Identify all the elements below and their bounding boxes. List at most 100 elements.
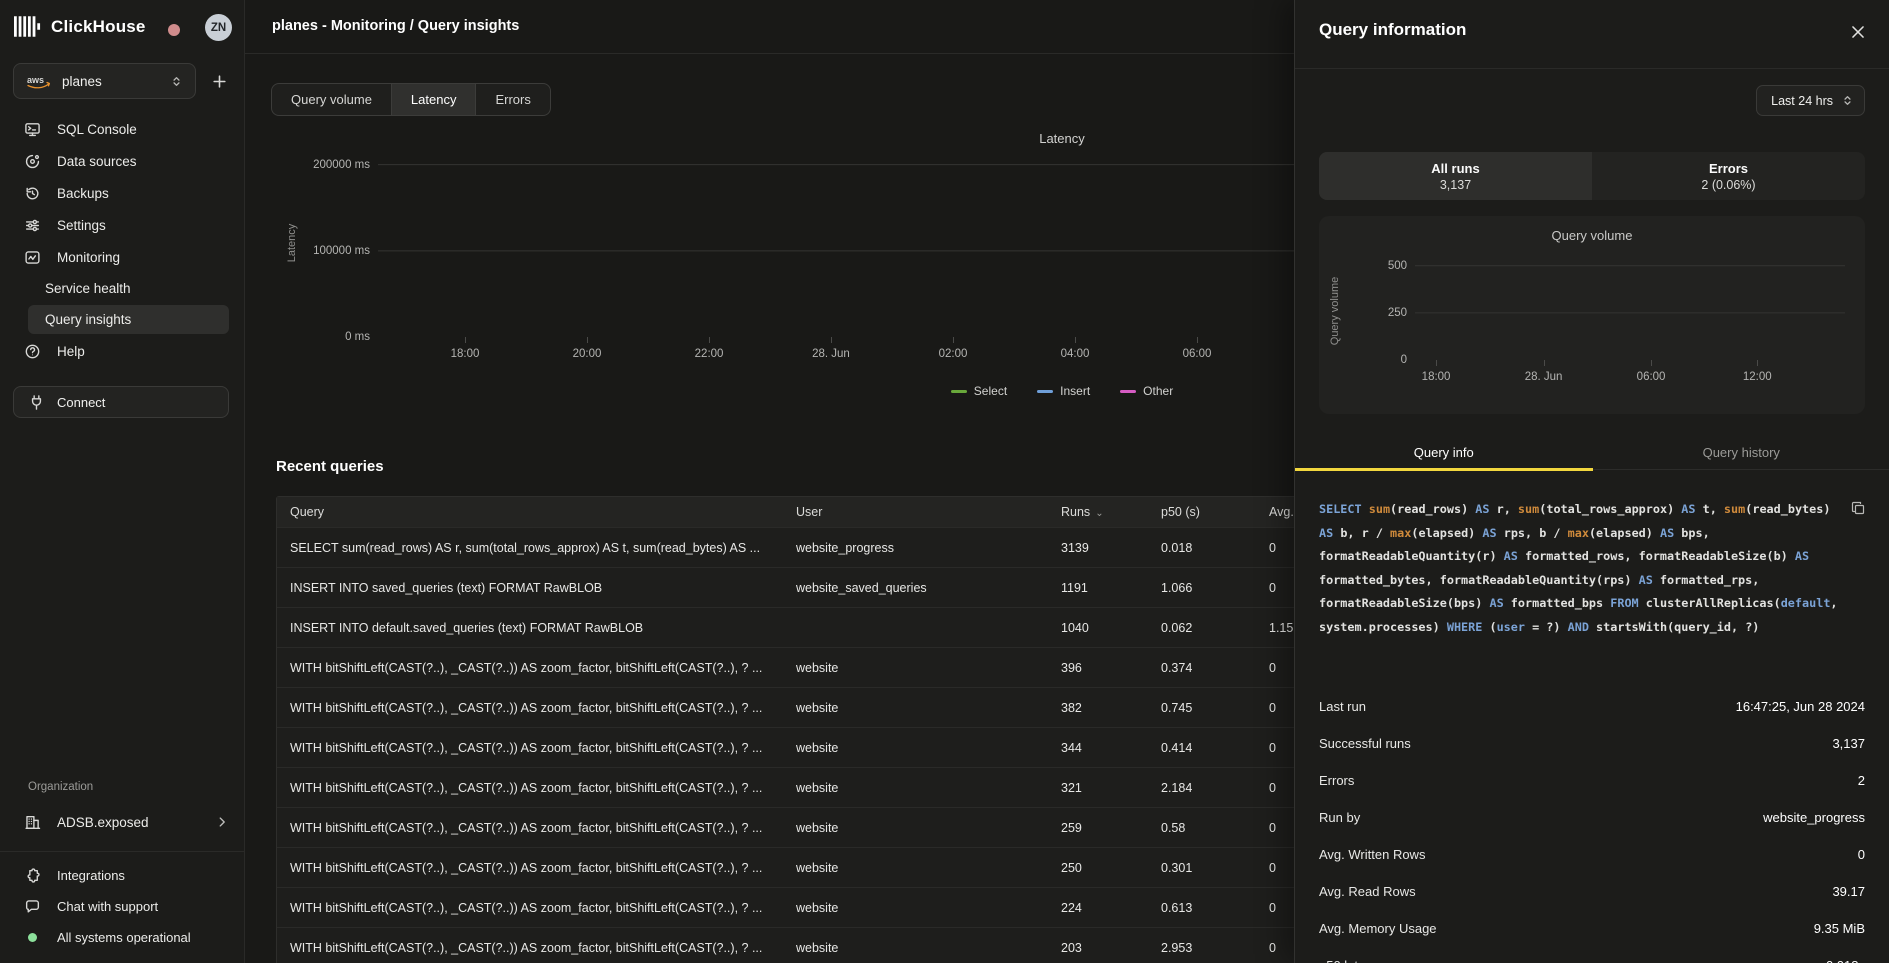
p50-cell: 1.066 [1161, 581, 1269, 595]
y-axis-label: 250 [1388, 307, 1407, 319]
detail-row: Successful runs3,137 [1319, 725, 1865, 762]
brand-name: ClickHouse [51, 17, 146, 37]
organization-name: ADSB.exposed [57, 815, 149, 830]
sidebar-item-backups[interactable]: Backups [0, 177, 245, 209]
all-runs-count: 3,137 [1440, 178, 1471, 192]
tab-errors-stat[interactable]: Errors 2 (0.06%) [1592, 152, 1865, 200]
chevron-right-icon [215, 815, 229, 829]
service-selector[interactable]: aws planes [13, 63, 196, 99]
x-axis-label: 20:00 [573, 348, 602, 360]
p50-cell: 2.953 [1161, 941, 1269, 955]
runs-cell: 224 [1061, 901, 1161, 915]
legend-label: Insert [1060, 384, 1090, 398]
chevron-updown-icon [1841, 94, 1854, 107]
sidebar-item-label: Monitoring [57, 250, 120, 265]
legend-item-insert[interactable]: Insert [1037, 384, 1090, 398]
y-axis-label: 200000 ms [313, 159, 370, 171]
sidebar-item-chat-support[interactable]: Chat with support [0, 891, 245, 922]
query-volume-chart: Query volume Query volume 0250500 18:002… [1319, 216, 1865, 414]
p50-cell: 0.301 [1161, 861, 1269, 875]
brand[interactable]: ClickHouse [14, 14, 146, 39]
column-header-runs[interactable]: Runs⌄ [1061, 505, 1161, 519]
sidebar-item-sql-console[interactable]: SQL Console [0, 113, 245, 145]
sql-code-block: SELECT sum(read_rows) AS r, sum(total_ro… [1319, 498, 1865, 639]
stat-tabs: All runs 3,137 Errors 2 (0.06%) [1319, 152, 1865, 200]
puzzle-icon [24, 867, 41, 884]
column-header-user[interactable]: User [796, 505, 1061, 519]
sidebar-item-monitoring[interactable]: Monitoring [0, 241, 245, 273]
tab-query-history[interactable]: Query history [1593, 436, 1889, 469]
p50-cell: 0.414 [1161, 741, 1269, 755]
connect-button[interactable]: Connect [13, 386, 229, 418]
clickhouse-logo-icon [14, 14, 41, 39]
user-cell: website [796, 901, 1061, 915]
panel-divider [1295, 68, 1889, 69]
y-axis-labels: 0 ms100000 ms200000 ms [280, 150, 370, 337]
chart-plot [1415, 262, 1845, 360]
sidebar-item-label: Data sources [57, 154, 137, 169]
runs-cell: 382 [1061, 701, 1161, 715]
sort-caret-icon: ⌄ [1095, 508, 1103, 519]
sidebar-item-service-health[interactable]: Service health [0, 273, 245, 304]
x-axis-label: 28. Jun [1525, 371, 1563, 383]
user-cell: website_saved_queries [796, 581, 1061, 595]
detail-value: 39.17 [1832, 884, 1865, 899]
app-root: ClickHouse ZN aws planes SQL Console Dat… [0, 0, 1889, 963]
add-service-button[interactable] [206, 68, 232, 94]
legend-item-select[interactable]: Select [951, 384, 1007, 398]
p50-cell: 0.613 [1161, 901, 1269, 915]
user-cell: website [796, 941, 1061, 955]
column-header-p50[interactable]: p50 (s) [1161, 505, 1269, 519]
close-icon[interactable] [1849, 23, 1867, 41]
sidebar-item-settings[interactable]: Settings [0, 209, 245, 241]
chat-icon [24, 898, 41, 915]
recent-queries-heading: Recent queries [276, 458, 384, 475]
svg-text:aws: aws [27, 75, 44, 85]
query-cell: WITH bitShiftLeft(CAST(?..), _CAST(?..))… [277, 781, 796, 795]
legend-item-other[interactable]: Other [1120, 384, 1173, 398]
x-axis-label: 18:00 [451, 348, 480, 360]
query-cell: WITH bitShiftLeft(CAST(?..), _CAST(?..))… [277, 861, 796, 875]
tab-query-volume[interactable]: Query volume [272, 84, 391, 115]
runs-cell: 203 [1061, 941, 1161, 955]
y-axis-label: 100000 ms [313, 245, 370, 257]
system-status[interactable]: All systems operational [0, 922, 245, 953]
time-range-select[interactable]: Last 24 hrs [1756, 85, 1865, 116]
monitoring-icon [24, 249, 41, 266]
detail-row: Last run16:47:25, Jun 28 2024 [1319, 688, 1865, 725]
detail-label: Errors [1319, 773, 1354, 788]
detail-label: Avg. Memory Usage [1319, 921, 1437, 936]
detail-row: Avg. Written Rows0 [1319, 836, 1865, 873]
time-range-value: Last 24 hrs [1771, 94, 1833, 108]
sidebar-item-query-insights[interactable]: Query insights [28, 305, 229, 334]
sidebar-item-integrations[interactable]: Integrations [0, 860, 245, 891]
tab-latency[interactable]: Latency [391, 84, 476, 115]
sidebar-item-help[interactable]: Help [0, 335, 245, 367]
p50-cell: 0.374 [1161, 661, 1269, 675]
tab-errors[interactable]: Errors [475, 84, 549, 115]
legend-swatch-icon [1120, 390, 1136, 393]
sidebar-item-label: Settings [57, 218, 106, 233]
avatar[interactable]: ZN [205, 14, 232, 41]
column-header-query[interactable]: Query [277, 505, 796, 519]
query-cell: INSERT INTO default.saved_queries (text)… [277, 621, 796, 635]
x-axis-label: 18:00 [1422, 371, 1451, 383]
connect-label: Connect [57, 395, 105, 410]
view-tabs: Query volume Latency Errors [271, 83, 551, 116]
page-title: planes - Monitoring / Query insights [272, 18, 519, 34]
copy-icon[interactable] [1850, 500, 1866, 516]
detail-value: 2 [1858, 773, 1865, 788]
detail-value: 0 [1858, 847, 1865, 862]
detail-label: Run by [1319, 810, 1360, 825]
sidebar-item-data-sources[interactable]: Data sources [0, 145, 245, 177]
p50-cell: 0.58 [1161, 821, 1269, 835]
detail-row: p50 latency0.018s [1319, 947, 1865, 963]
detail-label: Avg. Read Rows [1319, 884, 1416, 899]
tab-all-runs[interactable]: All runs 3,137 [1319, 152, 1592, 200]
x-axis-label: 28. Jun [812, 348, 850, 360]
user-cell: website [796, 661, 1061, 675]
status-dot-icon [24, 933, 41, 942]
organization-switcher[interactable]: ADSB.exposed [0, 805, 245, 839]
tab-query-info[interactable]: Query info [1295, 436, 1593, 469]
detail-label: p50 latency [1319, 958, 1386, 963]
